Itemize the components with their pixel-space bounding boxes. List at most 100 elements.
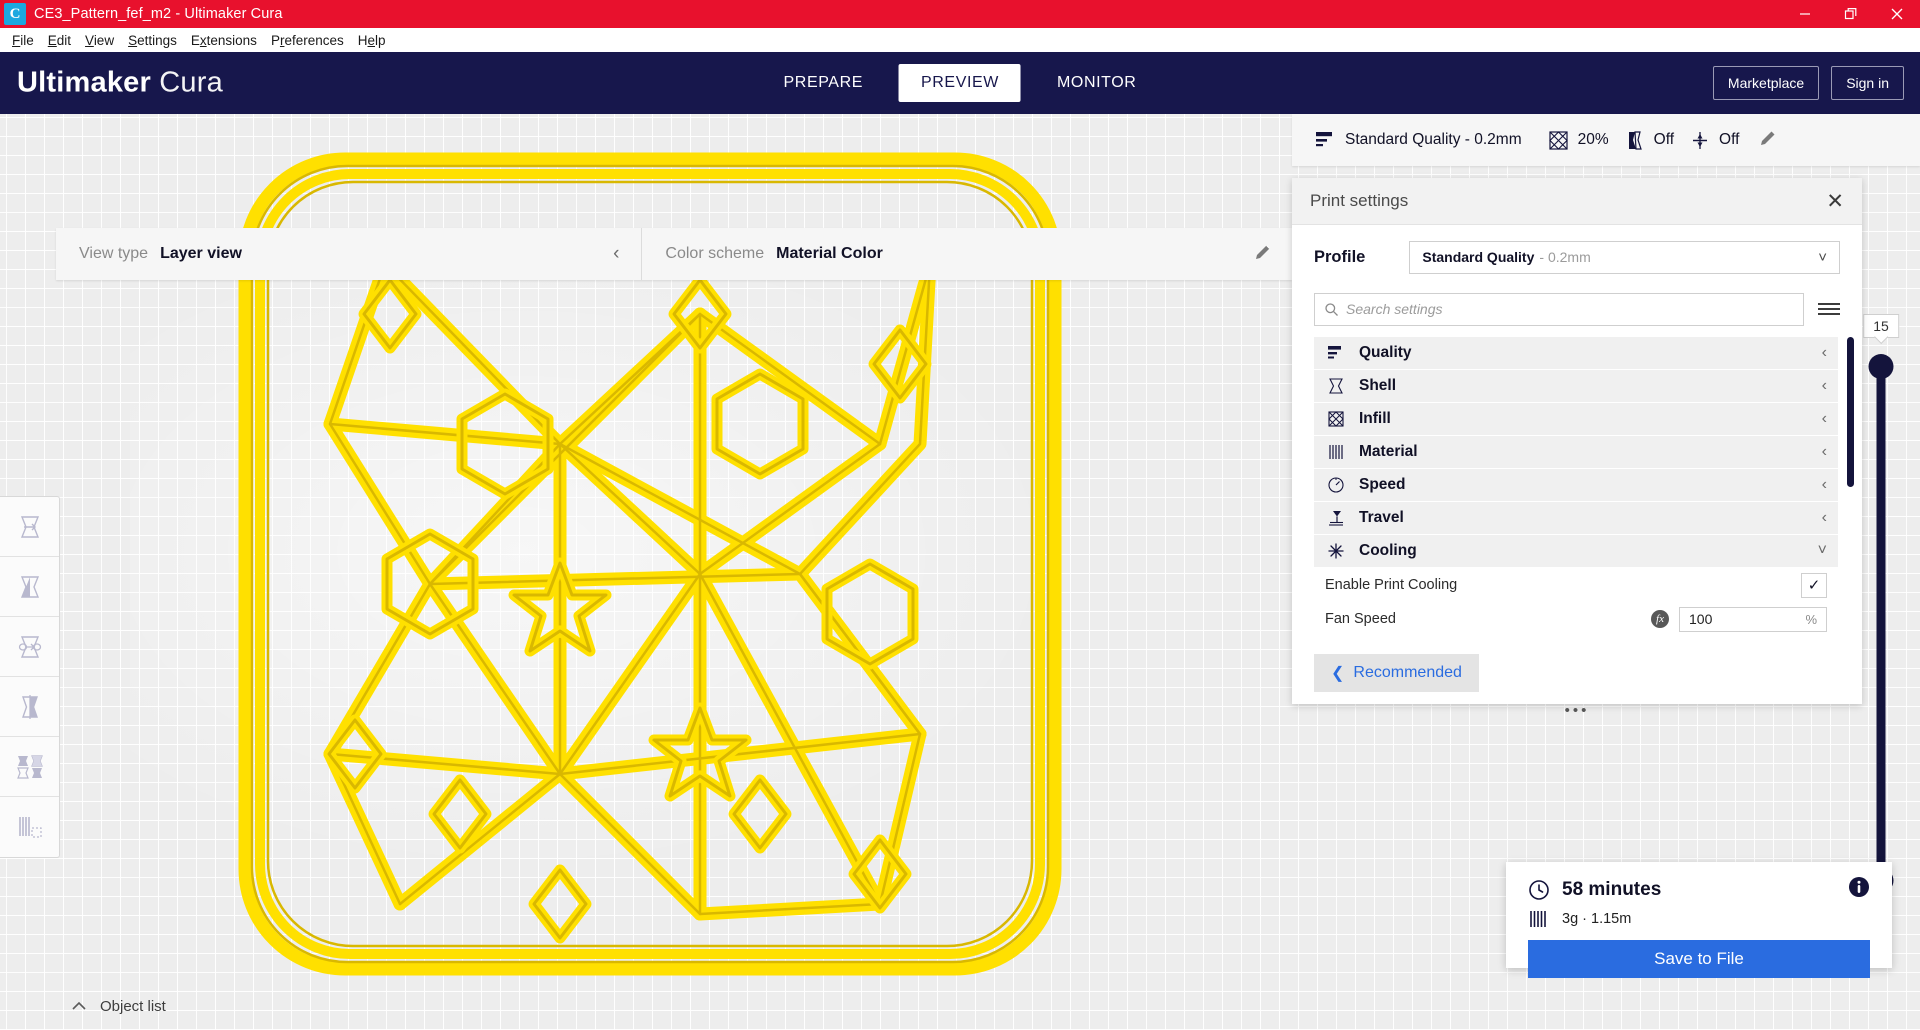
panel-resize-handle[interactable]: ••• [1292,703,1862,718]
chevron-left-icon: ‹ [1821,410,1827,427]
layer-slider-value: 15 [1863,314,1899,338]
chevron-up-icon [72,1001,86,1010]
category-label: Material [1359,443,1418,460]
summary-edit-pencil-icon[interactable] [1759,129,1777,152]
menu-item-preferences[interactable]: Preferences [264,31,351,50]
brand-light: Cura [159,66,223,99]
summary-adhesion-text: Off [1719,131,1740,148]
settings-category-infill[interactable]: Infill ‹ [1314,403,1838,435]
edit-pencil-icon[interactable] [1254,243,1272,266]
category-label: Quality [1359,344,1412,361]
color-scheme-label: Color scheme [665,245,765,262]
menu-item-file[interactable]: FFileile [5,31,41,50]
view-type-value[interactable]: Layer view [160,245,242,263]
object-list-header[interactable]: Object list [70,992,370,1020]
infill-icon [1548,130,1568,150]
main-tabs: PREPARE PREVIEW MONITOR [762,52,1159,114]
chevron-down-icon: ˅ [1818,248,1827,266]
settings-scrollbar[interactable] [1847,337,1854,487]
layer-slider-track[interactable] [1876,360,1886,882]
settings-category-cooling[interactable]: Cooling ˅ [1314,535,1838,567]
cura-window: C CE3_Pattern_fef_m2 - Ultimaker Cura FF… [0,0,1920,1030]
fan-speed-value: 100 [1689,611,1713,627]
tab-preview[interactable]: PREVIEW [899,64,1022,102]
color-scheme-value[interactable]: Material Color [776,245,883,263]
summary-support[interactable]: Off [1625,130,1674,151]
menu-item-edit[interactable]: Edit [41,31,78,50]
title-bar: C CE3_Pattern_fef_m2 - Ultimaker Cura [0,0,1920,28]
summary-support-text: Off [1653,131,1675,148]
layer-slider-handle-top[interactable] [1868,354,1894,379]
summary-profile[interactable]: Standard Quality - 0.2mm [1314,130,1522,150]
menu-item-settings[interactable]: Settings [121,31,184,50]
category-label: Speed [1359,476,1406,493]
minimize-icon[interactable] [1782,0,1828,28]
tool-support-blocker[interactable] [0,797,59,857]
cooling-icon [1325,542,1347,560]
fan-speed-input[interactable]: 100 % [1679,606,1827,632]
fan-speed-unit: % [1805,611,1817,627]
profile-select[interactable]: Standard Quality - 0.2mm ˅ [1409,240,1840,274]
menu-item-help[interactable]: Help [351,31,393,50]
print-settings-panel: Print settings ✕ Profile Standard Qualit… [1292,178,1862,718]
header-actions: Marketplace Sign in [1712,66,1904,100]
tab-monitor[interactable]: MONITOR [1035,64,1158,102]
summary-infill[interactable]: 20% [1548,130,1609,151]
search-settings-box[interactable] [1314,292,1804,326]
chevron-left-icon[interactable]: ‹ [613,243,619,265]
restore-icon[interactable] [1828,0,1874,28]
print-time: 58 minutes [1562,878,1662,900]
close-icon[interactable]: ✕ [1826,191,1844,212]
settings-category-speed[interactable]: Speed ‹ [1314,469,1838,501]
print-setup-selector[interactable]: Standard Quality - 0.2mm 20% Off Off [1292,114,1920,166]
profile-select-value: Standard Quality [1422,249,1535,265]
marketplace-button[interactable]: Marketplace [1712,66,1820,100]
object-list-item[interactable]: CE3_Pattern_fef_m2 [70,1026,370,1030]
settings-visibility-icon[interactable] [1818,303,1840,315]
chevron-left-icon: ‹ [1821,476,1827,493]
speed-icon [1325,476,1347,494]
recommended-label: Recommended [1353,664,1462,681]
close-icon[interactable] [1874,0,1920,28]
material-icon [1325,443,1347,461]
tool-mirror[interactable] [0,677,59,737]
settings-category-quality[interactable]: Quality ‹ [1314,337,1838,369]
formula-icon[interactable]: fx [1651,610,1669,628]
object-list-title: Object list [100,997,166,1015]
app-header: Ultimaker Cura PREPARE PREVIEW MONITOR M… [0,52,1920,114]
sign-in-button[interactable]: Sign in [1831,66,1904,100]
clock-icon [1529,879,1549,900]
chevron-left-icon: ‹ [1821,377,1827,394]
tool-per-model-settings[interactable] [0,737,59,797]
info-icon[interactable] [1848,876,1870,903]
app-logo-icon: C [4,3,26,25]
menu-item-extensions[interactable]: Extensions [184,31,264,50]
quality-icon [1316,132,1332,147]
tool-scale[interactable] [0,557,59,617]
chevron-left-icon: ❮ [1331,665,1345,682]
tab-prepare[interactable]: PREPARE [762,64,885,102]
setting-label: Fan Speed [1325,611,1396,627]
enable-print-cooling-checkbox[interactable]: ✓ [1801,572,1827,598]
tool-move[interactable] [0,497,59,557]
settings-category-shell[interactable]: Shell ‹ [1314,370,1838,402]
view-type-bar: View type Layer view ‹ Color scheme Mate… [56,228,1292,280]
tool-rotate[interactable] [0,617,59,677]
summary-adhesion[interactable]: Off [1690,130,1739,151]
brand-logo: Ultimaker Cura [17,67,223,100]
menu-item-view[interactable]: View [78,31,121,50]
shell-icon [1325,377,1347,395]
settings-category-material[interactable]: Material ‹ [1314,436,1838,468]
layer-slider[interactable]: 15 [1863,314,1899,893]
material-usage: 3g · 1.15m [1562,911,1632,927]
print-settings-footer: ❮ Recommended [1292,636,1862,692]
search-input[interactable] [1346,301,1794,317]
settings-category-travel[interactable]: Travel ‹ [1314,502,1838,534]
recommended-button[interactable]: ❮ Recommended [1314,654,1479,692]
search-row [1292,289,1862,329]
chevron-left-icon: ‹ [1821,443,1827,460]
chevron-down-icon: ˅ [1817,542,1827,559]
save-to-file-button[interactable]: Save to File [1528,940,1870,978]
divider [641,228,643,280]
chevron-left-icon: ‹ [1821,344,1827,361]
